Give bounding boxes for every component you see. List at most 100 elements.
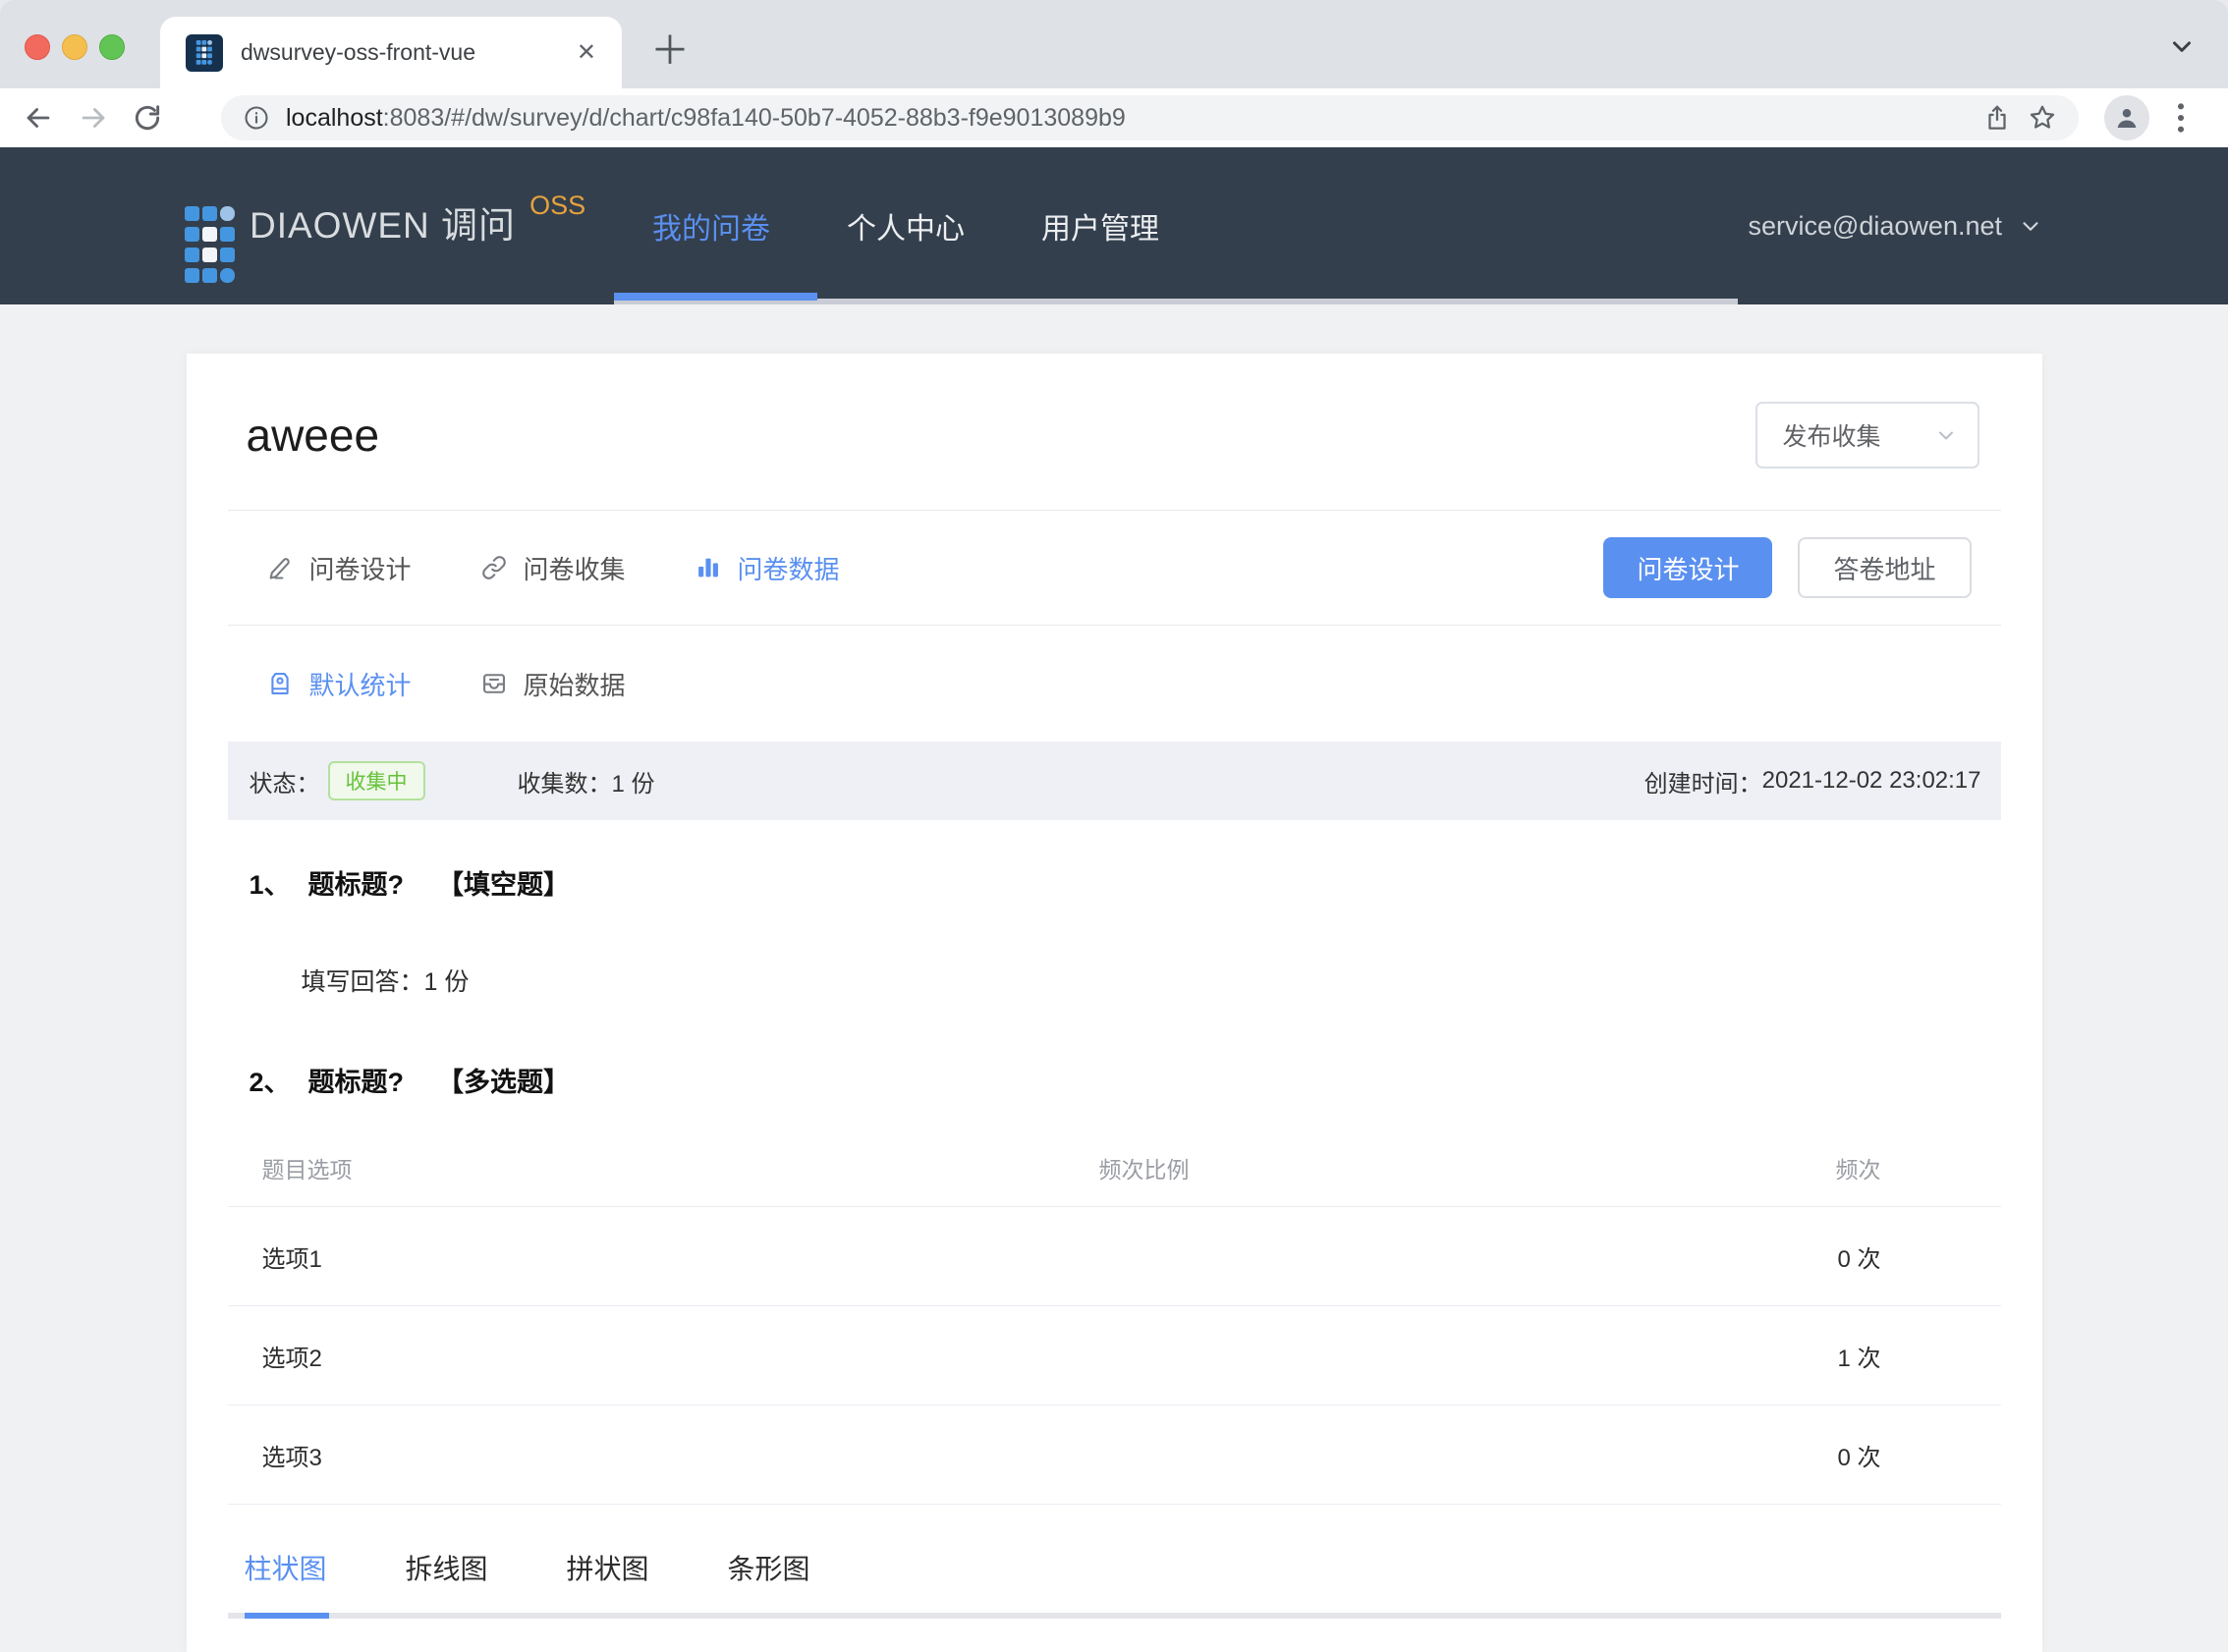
nav-active-underline: [614, 293, 817, 301]
bar-chart-icon: [695, 554, 722, 581]
profile-avatar[interactable]: [2104, 95, 2149, 140]
tab-line-chart[interactable]: 拆线图: [406, 1548, 488, 1587]
status-bar: 状态： 收集中 收集数： 1 份 创建时间： 2021-12-02 23:02:…: [227, 742, 2001, 820]
table-header-row: 题目选项 频次比例 频次: [227, 1129, 2001, 1207]
tab-label: 问卷收集: [523, 554, 626, 584]
page-body: aweee 发布收集 问卷设计 问卷收集 问卷数据 问卷设计 答卷地址 默认统计…: [0, 354, 2228, 1652]
tab-label: 问卷数据: [737, 554, 840, 584]
brand-name: DIAOWEN 调问: [250, 205, 517, 246]
question-text: 题标题?: [307, 870, 405, 900]
question-number: 1、: [249, 870, 291, 900]
frequency-value: 0 次: [1837, 1245, 1881, 1273]
url-text: localhost:8083/#/dw/survey/d/chart/c98fa…: [286, 103, 1126, 132]
link-icon: [480, 554, 508, 581]
tab-survey-data[interactable]: 问卷数据: [695, 550, 840, 586]
table-row: 选项2 100.00% 1 次: [227, 1306, 2001, 1405]
brand-badge-oss: OSS: [529, 191, 586, 220]
nav-item-my-surveys[interactable]: 我的问卷: [614, 204, 808, 248]
collect-count-value: 1 份: [611, 770, 655, 798]
back-icon[interactable]: [22, 101, 55, 135]
tab-label: 默认统计: [308, 670, 412, 700]
nav-item-user-management[interactable]: 用户管理: [1003, 204, 1198, 248]
column-header-option: 题目选项: [261, 1156, 353, 1183]
window-minimize-button[interactable]: [62, 34, 87, 60]
status-badge: 收集中: [327, 761, 425, 800]
survey-design-button[interactable]: 问卷设计: [1603, 537, 1773, 598]
account-menu[interactable]: service@diaowen.net: [1748, 147, 2043, 304]
question-1-answers[interactable]: 填写回答：1 份: [228, 963, 2001, 998]
status-label: 状态：: [249, 770, 320, 798]
chevron-down-icon: [1934, 423, 1958, 447]
created-time-label: 创建时间：: [1643, 770, 1762, 798]
question-text: 题标题?: [307, 1068, 405, 1097]
question-type: 【多选题】: [437, 1068, 571, 1097]
window-zoom-button[interactable]: [99, 34, 125, 60]
browser-tab[interactable]: dwsurvey-oss-front-vue ✕: [160, 17, 622, 88]
tab-search-chevron-icon[interactable]: [2167, 31, 2197, 61]
brand[interactable]: DIAOWEN 调问 OSS: [185, 185, 585, 287]
forward-icon[interactable]: [77, 101, 110, 135]
chart-tabs-track: [227, 1613, 2001, 1619]
tab-label: 原始数据: [523, 670, 626, 700]
tab-default-stats[interactable]: 默认统计: [266, 666, 412, 702]
nav-item-personal-center[interactable]: 个人中心: [808, 204, 1003, 248]
tab-survey-design[interactable]: 问卷设计: [266, 550, 412, 586]
publish-select[interactable]: 发布收集: [1755, 401, 1979, 468]
url-bar[interactable]: localhost:8083/#/dw/survey/d/chart/c98fa…: [221, 95, 2079, 140]
option-label: 选项1: [261, 1245, 322, 1273]
tab-title: dwsurvey-oss-front-vue: [241, 39, 476, 65]
frequency-value: 1 次: [1837, 1345, 1881, 1372]
answer-label: 填写回答：: [301, 968, 424, 996]
created-time-value: 2021-12-02 23:02:17: [1761, 767, 1981, 794]
answer-address-button[interactable]: 答卷地址: [1798, 537, 1972, 598]
account-email: service@diaowen.net: [1748, 210, 2002, 241]
publish-select-value: 发布收集: [1782, 422, 1881, 451]
archive-icon: [480, 670, 508, 697]
new-tab-button[interactable]: ＋: [650, 22, 690, 81]
survey-card: aweee 发布收集 问卷设计 问卷收集 问卷数据 问卷设计 答卷地址 默认统计…: [186, 354, 2042, 1652]
survey-nav-tabs: 问卷设计 问卷收集 问卷数据 问卷设计 答卷地址: [227, 511, 2001, 626]
chevron-down-icon: [2018, 213, 2043, 239]
tab-label: 问卷设计: [308, 554, 412, 584]
window-close-button[interactable]: [25, 34, 50, 60]
tab-pie-chart[interactable]: 拼状图: [567, 1548, 649, 1587]
question-2-title: 2、 题标题? 【多选题】: [228, 1061, 2001, 1099]
tab-close-icon[interactable]: ✕: [577, 38, 596, 67]
browser-window: dwsurvey-oss-front-vue ✕ ＋ localhost:808…: [0, 0, 2228, 1652]
tab-bar-chart[interactable]: 条形图: [728, 1548, 810, 1587]
question-1: 1、 题标题? 【填空题】 填写回答：1 份: [228, 863, 2001, 998]
chart-type-tabs: 柱状图 拆线图 拼状图 条形图: [228, 1505, 2001, 1613]
share-icon[interactable]: [1982, 103, 2012, 133]
tab-raw-data[interactable]: 原始数据: [480, 666, 626, 702]
diaowen-logo-icon: [185, 206, 236, 287]
survey-title: aweee: [246, 409, 380, 461]
edit-icon: [266, 554, 294, 581]
column-header-ratio: 频次比例: [1098, 1156, 1190, 1183]
stat-tabs: 默认统计 原始数据: [228, 626, 2001, 742]
answer-count: 1 份: [423, 968, 470, 996]
question-type: 【填空题】: [437, 870, 571, 900]
option-label: 选项3: [261, 1444, 322, 1471]
frequency-table: 题目选项 频次比例 频次 选项1 0.00% 0 次 选项2 100.00% 1…: [227, 1129, 2001, 1505]
reload-icon[interactable]: [132, 102, 163, 134]
tab-column-chart[interactable]: 柱状图: [245, 1548, 327, 1587]
question-2: 2、 题标题? 【多选题】 题目选项 频次比例 频次 选项1 0.00% 0 次: [227, 1061, 2001, 1619]
option-label: 选项2: [261, 1345, 322, 1372]
table-row: 选项3 0.00% 0 次: [227, 1405, 2001, 1505]
bookmark-star-icon[interactable]: [2028, 103, 2057, 133]
browser-toolbar: localhost:8083/#/dw/survey/d/chart/c98fa…: [0, 88, 2228, 147]
column-header-frequency: 频次: [1835, 1156, 1881, 1183]
frequency-value: 0 次: [1837, 1444, 1881, 1471]
survey-title-row: aweee 发布收集: [227, 354, 2001, 511]
browser-menu-icon[interactable]: [2167, 98, 2195, 138]
app-header: DIAOWEN 调问 OSS 我的问卷 个人中心 用户管理 service@di…: [0, 147, 2228, 304]
app-nav: 我的问卷 个人中心 用户管理: [614, 147, 1198, 304]
chart-tabs-active-underline: [244, 1613, 329, 1619]
browser-tab-strip: dwsurvey-oss-front-vue ✕ ＋: [0, 0, 2228, 88]
question-number: 2、: [249, 1068, 291, 1097]
info-icon[interactable]: [243, 104, 270, 132]
table-row: 选项1 0.00% 0 次: [227, 1207, 2001, 1306]
tab-survey-collect[interactable]: 问卷收集: [480, 550, 626, 586]
tag-icon: [266, 670, 294, 697]
question-1-title: 1、 题标题? 【填空题】: [228, 863, 2001, 902]
